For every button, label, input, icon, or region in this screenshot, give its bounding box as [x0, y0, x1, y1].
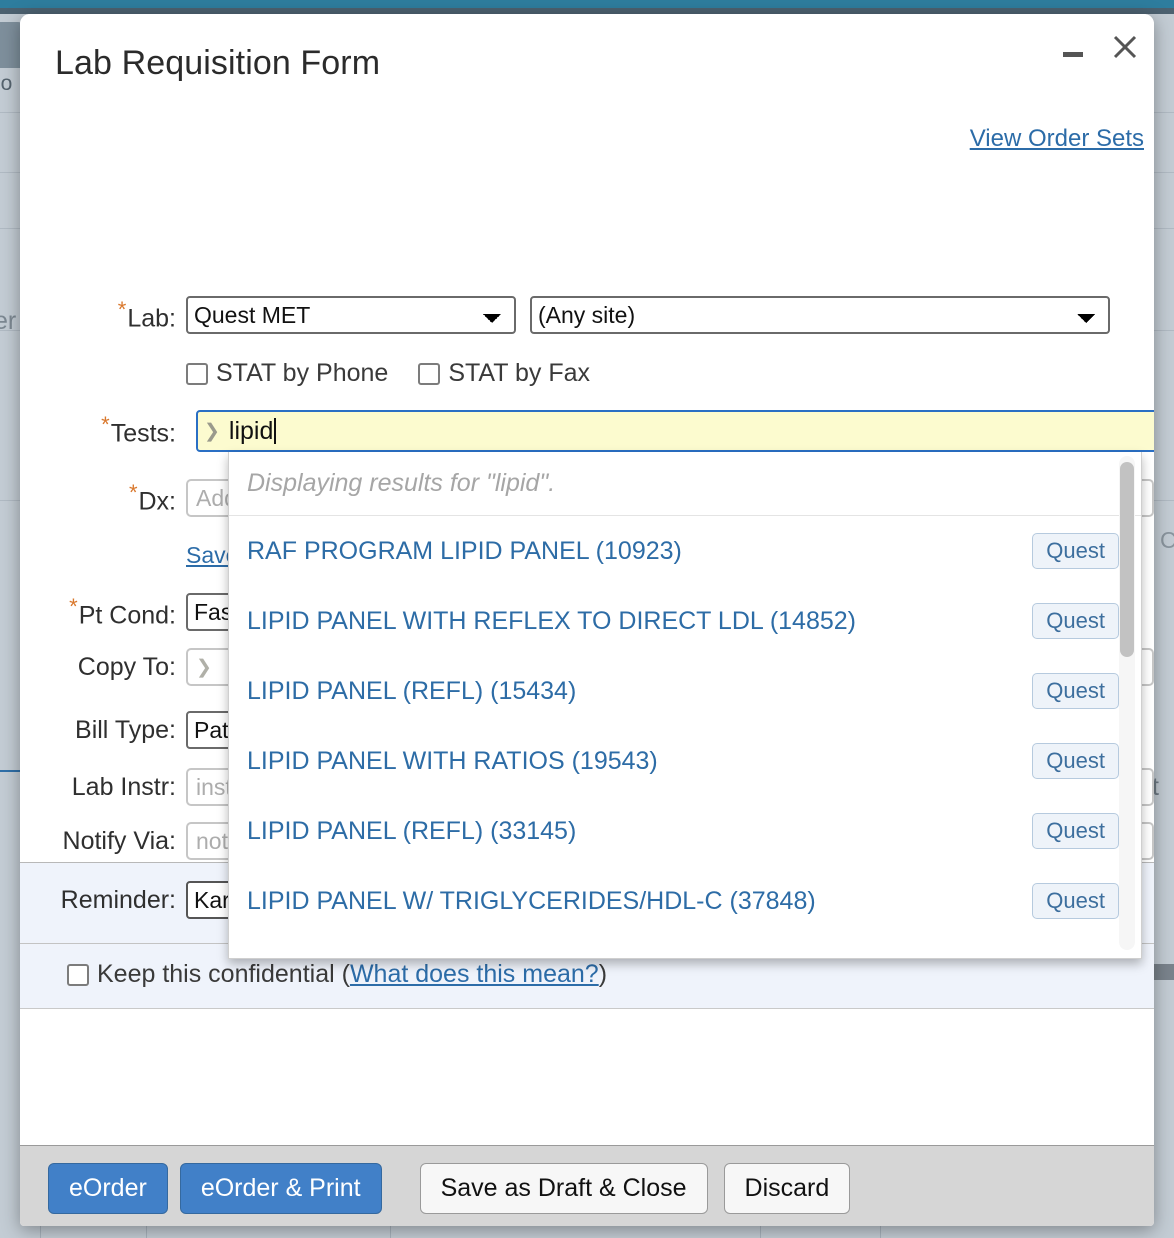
- autocomplete-item[interactable]: RAF PROGRAM LIPID PANEL (10923) Quest: [229, 516, 1141, 586]
- lab-site-select[interactable]: (Any site): [530, 296, 1110, 334]
- reminder-label: Reminder:: [20, 886, 186, 915]
- autocomplete-item[interactable]: LIPID PANEL WITH REFLEX TO DIRECT LDL (1…: [229, 586, 1141, 656]
- autocomplete-item-lab-badge: Quest: [1032, 743, 1119, 779]
- autocomplete-item[interactable]: LIPID PANEL WITH RATIOS (19543) Quest: [229, 726, 1141, 796]
- bill-type-label-text: Bill Type:: [75, 715, 176, 744]
- autocomplete-item-lab-badge: Quest: [1032, 533, 1119, 569]
- save-as-draft-and-close-button[interactable]: Save as Draft & Close: [419, 1162, 708, 1214]
- dialog-titlebar: Lab Requisition Form: [20, 14, 1154, 110]
- what-does-this-mean-link[interactable]: What does this mean?: [350, 960, 599, 989]
- dropdown-scrollbar-thumb[interactable]: [1120, 462, 1134, 657]
- autocomplete-item[interactable]: LIPID PANEL (REFL) (33145) Quest: [229, 796, 1141, 866]
- copy-to-label-text: Copy To:: [77, 652, 176, 681]
- eorder-and-print-button[interactable]: eOrder & Print: [179, 1162, 382, 1214]
- stat-by-phone-checkbox[interactable]: [186, 362, 208, 385]
- autocomplete-header: Displaying results for "lipid".: [229, 452, 1141, 516]
- tests-label: *Tests:: [20, 412, 186, 448]
- dialog-footer: eOrder eOrder & Print Save as Draft & Cl…: [20, 1146, 1154, 1226]
- autocomplete-item-lab-badge: Quest: [1032, 673, 1119, 709]
- stat-by-fax-checkbox[interactable]: [418, 362, 441, 385]
- chevron-right-icon: ❯: [196, 656, 212, 678]
- discard-button[interactable]: Discard: [723, 1162, 851, 1214]
- autocomplete-item-name: LIPID PANEL (REFL) (33145): [247, 816, 577, 845]
- copy-to-label: Copy To:: [20, 653, 186, 682]
- page-title: Lab Requisition Form: [55, 44, 381, 82]
- dx-label-text: Dx:: [138, 487, 177, 516]
- autocomplete-item-name: RAF PROGRAM LIPID PANEL (10923): [247, 536, 682, 565]
- lab-instr-label: Lab Instr:: [20, 773, 186, 802]
- background-text-fragment: C: [1160, 527, 1174, 553]
- chevron-right-icon: ❯: [204, 420, 220, 442]
- required-asterisk: *: [128, 479, 138, 505]
- stat-by-phone-label: STAT by Phone: [216, 359, 389, 387]
- empty-content-area: [20, 1009, 1154, 1146]
- view-order-sets-link[interactable]: View Order Sets: [970, 125, 1144, 153]
- autocomplete-item-lab-badge: Quest: [1032, 883, 1119, 919]
- autocomplete-item-lab-badge: Quest: [1032, 603, 1119, 639]
- background-top-accent-bar: [0, 0, 1174, 8]
- window-controls: [1056, 30, 1142, 64]
- required-asterisk: *: [101, 412, 110, 437]
- lab-select[interactable]: Quest MET: [186, 296, 516, 334]
- text-caret: [274, 418, 277, 444]
- lab-instr-label-text: Lab Instr:: [71, 772, 176, 801]
- tests-label-text: Tests:: [110, 419, 176, 448]
- required-asterisk: *: [117, 296, 127, 322]
- autocomplete-item-name: LIPID PANEL (REFL) (15434): [247, 676, 577, 705]
- tests-input-value: lipid: [228, 416, 274, 445]
- autocomplete-item-name: LIPID PANEL WITH REFLEX TO DIRECT LDL (1…: [247, 606, 856, 635]
- background-text-fragment: lo: [0, 72, 13, 95]
- stat-by-fax-label: STAT by Fax: [448, 359, 591, 387]
- background-text-fragment: er: [0, 307, 17, 335]
- eorder-button[interactable]: eOrder: [48, 1162, 168, 1214]
- form-body: View Order Sets *Lab: Quest MET (Any sit…: [20, 110, 1154, 962]
- tests-input[interactable]: ❯ lipid: [196, 410, 1154, 452]
- dx-label: *Dx:: [20, 480, 186, 516]
- lab-label-text: Lab:: [127, 304, 176, 333]
- lab-requisition-dialog: Lab Requisition Form View Order Sets *La…: [20, 14, 1154, 1226]
- reminder-label-text: Reminder:: [60, 885, 176, 914]
- autocomplete-item-name: LIPID PANEL WITH RATIOS (19543): [247, 746, 658, 775]
- minimize-button[interactable]: [1056, 30, 1090, 64]
- close-button[interactable]: [1108, 30, 1142, 64]
- autocomplete-item-name: LIPID PANEL W/ TRIGLYCERIDES/HDL-C (3784…: [247, 886, 816, 915]
- notify-via-label-text: Notify Via:: [62, 826, 176, 855]
- keep-confidential-label: Keep this confidential (: [97, 960, 350, 988]
- tests-autocomplete-dropdown: Displaying results for "lipid". RAF PROG…: [228, 452, 1142, 959]
- notify-via-label: Notify Via:: [20, 827, 186, 856]
- lab-label: *Lab:: [20, 297, 186, 333]
- autocomplete-list: RAF PROGRAM LIPID PANEL (10923) Quest LIPI…: [229, 516, 1141, 936]
- required-asterisk: *: [69, 593, 78, 619]
- autocomplete-item[interactable]: LIPID PANEL (REFL) (15434) Quest: [229, 656, 1141, 726]
- keep-confidential-checkbox[interactable]: [67, 963, 89, 986]
- bill-type-label: Bill Type:: [20, 716, 186, 745]
- minimize-icon: [1063, 51, 1083, 57]
- keep-confidential-label-end: ): [598, 960, 608, 988]
- pt-cond-label-text: Pt Cond:: [78, 601, 176, 630]
- autocomplete-item-lab-badge: Quest: [1032, 813, 1119, 849]
- pt-cond-label: *Pt Cond:: [20, 594, 186, 630]
- close-icon: [1111, 33, 1139, 61]
- autocomplete-item[interactable]: LIPID PANEL W/ TRIGLYCERIDES/HDL-C (3784…: [229, 866, 1141, 936]
